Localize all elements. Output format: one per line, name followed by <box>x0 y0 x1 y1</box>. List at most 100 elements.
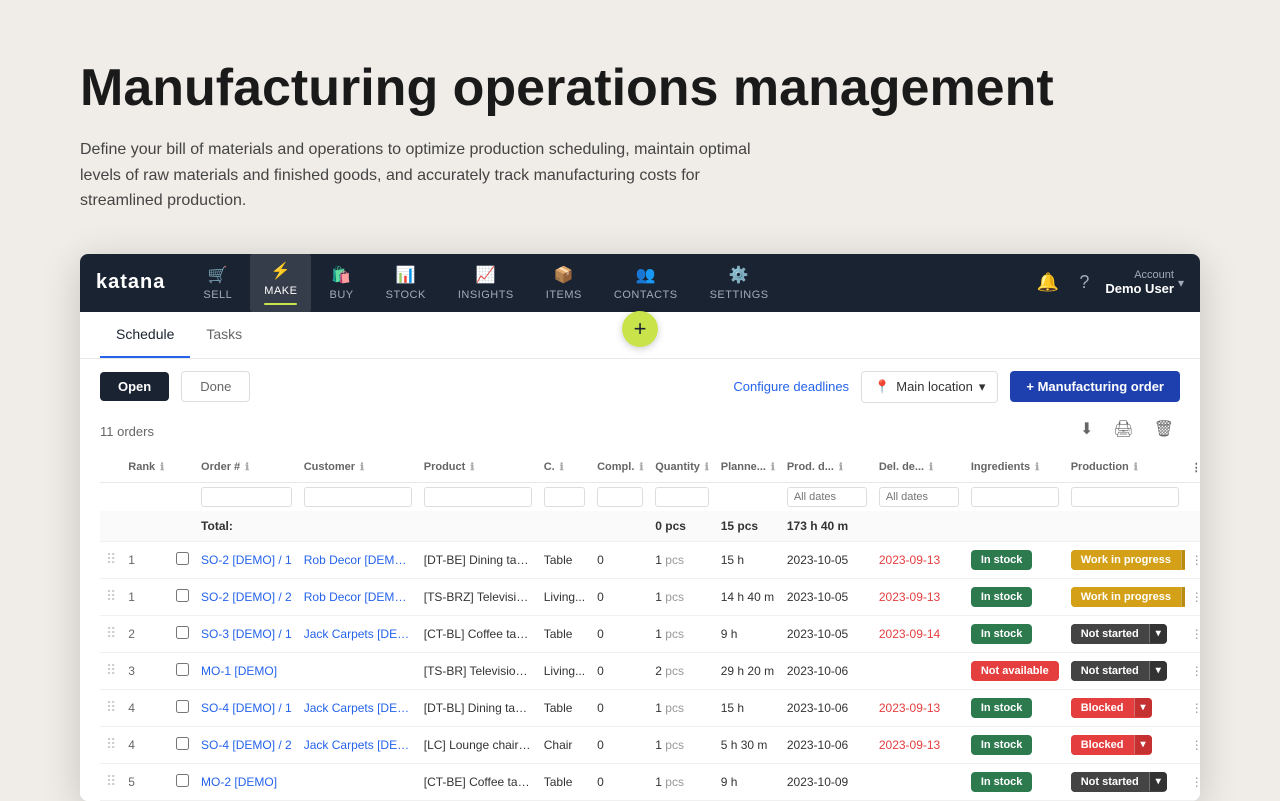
filter-order[interactable] <box>201 487 292 507</box>
nav-item-settings[interactable]: ⚙️ SETTINGS <box>696 257 783 309</box>
table-row: ⠿ 2 SO-3 [DEMO] / 1 Jack Carpets [DEMO] … <box>100 615 1200 652</box>
table-actions: ⬇ 🖨 🗑 <box>1074 415 1180 443</box>
open-button[interactable]: Open <box>100 372 169 401</box>
production-status-dropdown[interactable]: ▾ <box>1149 772 1167 791</box>
production-status-dropdown[interactable]: ▾ <box>1134 735 1152 754</box>
drag-handle[interactable]: ⠿ <box>100 652 122 689</box>
customer-cell: Jack Carpets [DEMO] (... <box>298 726 418 763</box>
order-link[interactable]: SO-2 [DEMO] / 1 <box>201 553 292 567</box>
rank-cell: 3 <box>122 652 170 689</box>
ingredients-cell: In stock <box>965 689 1065 726</box>
fab-add-button[interactable]: + <box>622 311 658 347</box>
location-pin-icon: 📍 <box>874 379 890 395</box>
planned-cell: 5 h 30 m <box>715 726 781 763</box>
order-link[interactable]: SO-4 [DEMO] / 2 <box>201 738 292 752</box>
filter-category[interactable] <box>544 487 585 507</box>
nav-item-insights[interactable]: 📈 INSIGHTS <box>444 257 528 309</box>
del-date-cell: 2023-09-13 <box>873 541 965 578</box>
filter-product[interactable] <box>424 487 532 507</box>
row-checkbox[interactable] <box>176 552 189 565</box>
order-link[interactable]: SO-2 [DEMO] / 2 <box>201 590 292 604</box>
tab-schedule[interactable]: Schedule <box>100 312 190 358</box>
nav-item-stock[interactable]: 📊 STOCK <box>372 257 440 309</box>
production-status-dropdown[interactable]: ▾ <box>1149 661 1167 680</box>
buy-icon: 🛍️ <box>331 265 351 285</box>
logo[interactable]: katana <box>96 271 165 294</box>
planned-cell: 14 h 40 m <box>715 578 781 615</box>
checkbox-cell[interactable] <box>170 763 195 800</box>
checkbox-cell[interactable] <box>170 726 195 763</box>
print-button[interactable]: 🖨 <box>1107 415 1139 443</box>
nav-item-items[interactable]: 📦 ITEMS <box>532 257 596 309</box>
filter-prod-date[interactable] <box>787 487 867 507</box>
tab-tasks[interactable]: Tasks <box>190 312 258 358</box>
row-checkbox[interactable] <box>176 663 189 676</box>
checkbox-cell[interactable] <box>170 615 195 652</box>
order-link[interactable]: MO-2 [DEMO] <box>201 775 277 789</box>
drag-handle[interactable]: ⠿ <box>100 763 122 800</box>
filter-customer[interactable] <box>304 487 412 507</box>
col-compl-header: Compl. ℹ <box>591 453 649 483</box>
more-cell[interactable]: ⋮ <box>1185 763 1200 800</box>
done-button[interactable]: Done <box>181 371 250 402</box>
nav-item-contacts[interactable]: 👥 CONTACTS <box>600 257 692 309</box>
production-cell: Not started ▾ <box>1065 615 1185 652</box>
checkbox-cell[interactable] <box>170 652 195 689</box>
production-status-dropdown[interactable]: ▾ <box>1181 587 1185 606</box>
order-link[interactable]: SO-3 [DEMO] / 1 <box>201 627 292 641</box>
filter-qty[interactable] <box>655 487 708 507</box>
nav-item-sell[interactable]: 🛒 SELL <box>189 257 246 309</box>
filter-compl[interactable] <box>597 487 643 507</box>
drag-handle[interactable]: ⠿ <box>100 726 122 763</box>
configure-deadlines-link[interactable]: Configure deadlines <box>733 379 849 394</box>
drag-handle[interactable]: ⠿ <box>100 578 122 615</box>
production-status-dropdown[interactable]: ▾ <box>1181 550 1185 569</box>
more-cell[interactable]: ⋮ <box>1185 578 1200 615</box>
more-cell[interactable]: ⋮ <box>1185 615 1200 652</box>
col-more-header: ⋮ <box>1185 453 1200 483</box>
row-checkbox[interactable] <box>176 737 189 750</box>
production-status-dropdown[interactable]: ▾ <box>1149 624 1167 643</box>
location-chevron-icon: ▾ <box>979 379 986 395</box>
download-button[interactable]: ⬇ <box>1074 415 1099 443</box>
more-cell[interactable]: ⋮ <box>1185 689 1200 726</box>
drag-handle[interactable]: ⠿ <box>100 689 122 726</box>
filter-production[interactable] <box>1071 487 1179 507</box>
more-cell[interactable]: ⋮ <box>1185 652 1200 689</box>
compl-cell: 0 <box>591 763 649 800</box>
content-area: Schedule Tasks Open Done Configure deadl… <box>80 312 1200 801</box>
help-icon[interactable]: ? <box>1075 268 1093 297</box>
location-button[interactable]: 📍 Main location ▾ <box>861 371 998 403</box>
checkbox-cell[interactable] <box>170 541 195 578</box>
product-cell: [TS-BR] Television sta... <box>418 652 538 689</box>
filter-row <box>100 482 1200 511</box>
row-checkbox[interactable] <box>176 774 189 787</box>
filter-del-date[interactable] <box>879 487 959 507</box>
production-status-dropdown[interactable]: ▾ <box>1134 698 1152 717</box>
production-status-text: Work in progress <box>1071 587 1181 607</box>
checkbox-cell[interactable] <box>170 689 195 726</box>
prod-date-cell: 2023-10-06 <box>781 652 873 689</box>
drag-handle[interactable]: ⠿ <box>100 615 122 652</box>
total-row: Total: 0 pcs 15 pcs 173 h 40 m <box>100 511 1200 542</box>
checkbox-cell[interactable] <box>170 578 195 615</box>
more-cell[interactable]: ⋮ <box>1185 541 1200 578</box>
row-checkbox[interactable] <box>176 626 189 639</box>
compl-cell: 0 <box>591 652 649 689</box>
account-info[interactable]: Account Demo User ▾ <box>1105 269 1184 296</box>
nav-item-buy[interactable]: 🛍️ BUY <box>315 257 367 309</box>
add-manufacturing-order-button[interactable]: + Manufacturing order <box>1010 371 1180 402</box>
order-cell: SO-4 [DEMO] / 2 <box>195 726 298 763</box>
row-checkbox[interactable] <box>176 700 189 713</box>
drag-handle[interactable]: ⠿ <box>100 541 122 578</box>
more-cell[interactable]: ⋮ <box>1185 726 1200 763</box>
row-checkbox[interactable] <box>176 589 189 602</box>
filter-ingredients[interactable] <box>971 487 1059 507</box>
nav-item-make[interactable]: ⚡ MAKE <box>250 254 311 313</box>
order-link[interactable]: MO-1 [DEMO] <box>201 664 277 678</box>
ingredients-cell: In stock <box>965 615 1065 652</box>
order-link[interactable]: SO-4 [DEMO] / 1 <box>201 701 292 715</box>
delete-button[interactable]: 🗑 <box>1148 415 1180 443</box>
bell-icon[interactable]: 🔔 <box>1033 268 1063 297</box>
category-cell: Table <box>538 689 591 726</box>
